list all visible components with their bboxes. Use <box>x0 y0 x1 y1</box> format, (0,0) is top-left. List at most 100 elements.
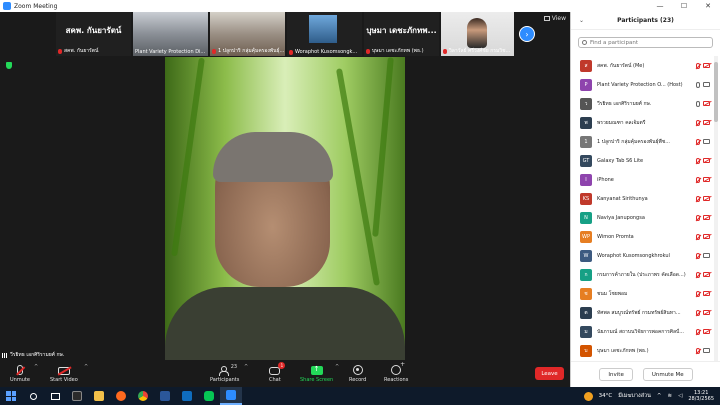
video-options-chevron-icon[interactable]: ^ <box>84 364 88 370</box>
meeting-area: สคพ. กันยารัตน์ สคพ. กันยารัตน์ Plant Va… <box>0 12 570 360</box>
mic-on-icon <box>696 81 700 88</box>
task-view-icon <box>50 392 60 400</box>
scrollbar-thumb[interactable] <box>714 62 718 122</box>
participant-status <box>696 309 710 316</box>
mic-off-icon <box>443 48 447 54</box>
maximize-icon[interactable]: ☐ <box>672 0 696 12</box>
share-screen-icon <box>310 365 323 375</box>
participant-row[interactable]: KS Kanyanat Sirithunya <box>571 189 714 208</box>
gallery-tile[interactable]: วิลาวัลย์ ศรีวงศ์ชัย กรมวิช... <box>441 12 514 56</box>
background-leaf <box>171 57 205 257</box>
participant-row[interactable]: WP Wimon Promta <box>571 227 714 246</box>
camera-on-icon <box>703 348 710 353</box>
view-button[interactable]: View <box>543 15 566 22</box>
encryption-shield-icon[interactable] <box>6 62 12 69</box>
participant-row[interactable]: IiPhone <box>571 170 714 189</box>
chat-button[interactable]: 1 Chat <box>269 362 286 383</box>
camera-on-icon <box>703 82 710 87</box>
find-participant-box[interactable] <box>578 37 713 48</box>
participant-status <box>696 252 710 259</box>
tile-name: บุษมา เดชะภักทพ (พธ.) <box>372 48 424 54</box>
taskbar-clock[interactable]: 13:21 28/3/2565 <box>688 390 714 402</box>
person-figure <box>467 18 487 48</box>
share-options-chevron-icon[interactable]: ^ <box>335 364 339 370</box>
mic-on-icon <box>696 100 700 107</box>
participant-row[interactable]: ก กรมการค้าภายใน (ประภาพร คัดเลือด...) <box>571 265 714 284</box>
start-button[interactable] <box>0 387 22 405</box>
tray-chevron-icon[interactable]: ^ <box>657 393 662 399</box>
participant-row[interactable]: 1 1 ปลูกปาริ กลุ่มคุ้มครองพันธุ์พืช... <box>571 132 714 151</box>
participant-row[interactable]: ช ชนม โชยพอม <box>571 284 714 303</box>
start-video-button[interactable]: Start Video <box>50 362 78 383</box>
close-icon[interactable]: ✕ <box>696 0 720 12</box>
tile-name: Plant Variety Protection Di... <box>135 49 206 55</box>
speaker-icon[interactable]: ◁ <box>678 393 682 399</box>
participants-icon <box>218 366 231 376</box>
tile-name: สคพ. กันยารัตน์ <box>64 48 99 54</box>
participant-row[interactable]: W Woraphot Kusomsongkhrokul <box>571 246 714 265</box>
participant-row[interactable]: GT Galaxy Tab S6 Lite <box>571 151 714 170</box>
gallery-tile[interactable]: Woraphot Kusomsongk... <box>287 12 362 56</box>
panel-title: Participants (23) <box>617 17 674 24</box>
find-participant-input[interactable] <box>590 39 710 46</box>
mic-off-icon <box>212 48 216 54</box>
participants-count: 23 <box>230 364 238 370</box>
mic-muted-icon <box>16 365 23 375</box>
participant-row[interactable]: P Plant Variety Protection O... (Host) <box>571 75 714 94</box>
participant-list-scrollbar[interactable] <box>714 56 718 361</box>
unmute-button[interactable]: Unmute <box>10 362 30 383</box>
taskbar-app[interactable] <box>154 387 176 405</box>
mic-off-icon <box>289 49 293 55</box>
participant-avatar: ช <box>580 287 592 300</box>
mic-off-icon <box>696 176 700 183</box>
unmute-me-button[interactable]: Unmute Me <box>642 368 693 381</box>
windows-logo-icon <box>6 391 16 401</box>
gallery-next-button[interactable]: › <box>519 26 535 42</box>
reactions-button[interactable]: Reactions <box>384 361 408 383</box>
participant-row[interactable]: N Naviya Janupongsa <box>571 208 714 227</box>
taskbar-app[interactable] <box>198 387 220 405</box>
gallery-tile[interactable]: บุษมา เดชะภักทพ... บุษมา เดชะภักทพ (พธ.) <box>364 12 439 56</box>
minimize-icon[interactable]: — <box>648 0 672 12</box>
taskbar-app[interactable] <box>66 387 88 405</box>
participant-row[interactable]: ส สคพ. กันยารัตน์ (Me) <box>571 56 714 75</box>
wifi-icon[interactable]: ≋ <box>668 393 673 399</box>
participants-button[interactable]: 23 Participants <box>210 362 239 383</box>
word-icon <box>160 391 170 401</box>
weather-temp: 34°C <box>598 393 613 399</box>
taskbar-app[interactable] <box>132 387 154 405</box>
collapse-chevron-icon[interactable]: ⌄ <box>579 17 584 24</box>
camera-off-icon <box>57 367 70 375</box>
record-button[interactable]: Record <box>349 362 366 383</box>
grid-view-icon <box>543 16 550 21</box>
share-screen-button[interactable]: Share Screen <box>300 362 333 383</box>
participant-name: นัยภามณ์ สถาบนวิจัยการพอคการศิลป์... <box>597 328 684 335</box>
participant-row[interactable]: ว วีรยิทธ เอกศิริรามยศ์ กษ. <box>571 94 714 113</box>
weather-icon[interactable] <box>583 391 593 401</box>
signal-bars-icon <box>2 352 8 358</box>
participant-name: Kanyanat Sirithunya <box>597 195 648 202</box>
gallery-tile[interactable]: Plant Variety Protection Di... <box>133 12 208 56</box>
gallery-tile[interactable]: 1 ปลูกปาริ กลุ่มคุ้มครองพันธุ์... <box>210 12 285 56</box>
taskbar-app[interactable] <box>110 387 132 405</box>
gallery-tile[interactable]: สคพ. กันยารัตน์ สคพ. กันยารัตน์ <box>56 12 131 56</box>
invite-button[interactable]: Invite <box>599 368 633 381</box>
participants-chevron-icon[interactable]: ^ <box>244 364 248 370</box>
participant-row[interactable]: ต ทัศพล สมบูรณ์ทรัพย์ กรมทรัพย์สินทา... <box>571 303 714 322</box>
taskbar-app[interactable] <box>176 387 198 405</box>
participant-row[interactable]: ม นัยภามณ์ สถาบนวิจัยการพอคการศิลป์... <box>571 322 714 341</box>
audio-options-chevron-icon[interactable]: ^ <box>34 364 38 370</box>
participant-row[interactable]: พ พรวยมณฑา คลเจ้มตรี <box>571 113 714 132</box>
outlook-icon <box>182 391 192 401</box>
panel-footer: Invite Unmute Me <box>571 361 720 387</box>
taskbar-taskview[interactable] <box>44 387 66 405</box>
firefox-icon <box>116 391 126 401</box>
leave-button[interactable]: Leave <box>535 367 564 380</box>
background-leaf <box>372 57 394 237</box>
taskbar-app-zoom[interactable] <box>220 387 242 405</box>
taskbar-app[interactable] <box>88 387 110 405</box>
mic-off-icon <box>696 309 700 316</box>
record-label: Record <box>349 377 367 383</box>
taskbar-search[interactable] <box>22 387 44 405</box>
participant-row[interactable]: บ บุษมา เดชะภักทพ (พธ.) <box>571 341 714 360</box>
